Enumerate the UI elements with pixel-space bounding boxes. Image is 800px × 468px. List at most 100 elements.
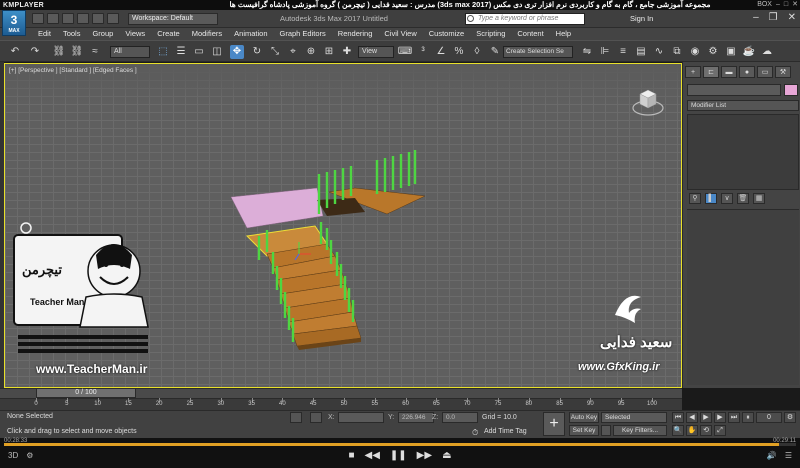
x-coord-field[interactable] <box>338 412 384 423</box>
key-filters-button[interactable]: Key Filters... <box>613 425 667 436</box>
named-selection-icon[interactable]: ✎ <box>488 45 502 59</box>
align-icon[interactable]: ⊫ <box>598 45 612 59</box>
bind-spacewarp-icon[interactable]: ≈ <box>88 45 102 59</box>
rectangular-selection-icon[interactable]: ▭ <box>192 45 206 59</box>
go-to-start-icon[interactable]: ⏮ <box>672 412 684 423</box>
hierarchy-tab-icon[interactable]: ▬ <box>721 66 737 78</box>
workspace-dropdown[interactable]: Workspace: Default <box>128 13 218 25</box>
application-button[interactable]: 3 MAX <box>2 10 26 36</box>
select-object-icon[interactable]: ⬚ <box>156 45 170 59</box>
menu-tools[interactable]: Tools <box>57 28 87 40</box>
selection-filter-dropdown[interactable]: All <box>110 46 150 58</box>
modifier-stack[interactable] <box>687 114 799 190</box>
close-icon[interactable]: ✕ <box>792 0 798 10</box>
select-and-move-icon[interactable]: ✥ <box>230 45 244 59</box>
menu-group[interactable]: Group <box>86 28 119 40</box>
minimize-icon[interactable]: – <box>776 0 780 10</box>
menu-customize[interactable]: Customize <box>423 28 470 40</box>
volume-icon[interactable]: 🔊 <box>767 451 777 460</box>
create-selection-set-dropdown[interactable]: Create Selection Se <box>503 46 573 58</box>
modify-tab-icon[interactable]: ⊏ <box>703 66 719 78</box>
select-by-name-icon[interactable]: ☰ <box>174 45 188 59</box>
playlist-icon[interactable]: ☰ <box>785 451 792 460</box>
remove-modifier-icon[interactable]: 🗑 <box>737 193 749 204</box>
render-setup-icon[interactable]: ⚙ <box>706 45 720 59</box>
stop-icon[interactable]: ■ <box>348 450 354 464</box>
z-coord-field[interactable]: 0.0 <box>442 412 478 423</box>
pin-stack-icon[interactable]: ⚲ <box>689 193 701 204</box>
viewport-label[interactable]: [+] [Perspective ] [Standard ] [Edged Fa… <box>9 67 137 74</box>
layer-explorer-icon[interactable]: ≡ <box>616 45 630 59</box>
zoom-icon[interactable]: 🔍 <box>672 425 684 436</box>
sign-in-link[interactable]: Sign In <box>630 14 653 23</box>
render-production-icon[interactable]: ☕ <box>742 45 756 59</box>
keyboard-shortcut-icon[interactable]: ⌨ <box>398 45 412 59</box>
object-name-field[interactable] <box>687 84 781 96</box>
schematic-view-icon[interactable]: ⧉ <box>670 45 684 59</box>
redo-icon[interactable]: ↷ <box>28 45 42 59</box>
display-tab-icon[interactable]: ▭ <box>757 66 773 78</box>
menu-help[interactable]: Help <box>550 28 577 40</box>
pause-icon[interactable]: ❚❚ <box>390 450 407 464</box>
menu-rendering[interactable]: Rendering <box>332 28 379 40</box>
new-file-icon[interactable] <box>32 13 44 24</box>
unlink-icon[interactable]: ⛓ <box>70 45 84 59</box>
reference-coordinate-dropdown[interactable]: View <box>358 46 394 58</box>
set-key-mode-icon[interactable]: + <box>543 412 565 436</box>
absolute-mode-icon[interactable] <box>310 412 322 423</box>
menu-edit[interactable]: Edit <box>32 28 57 40</box>
lock-selection-icon[interactable] <box>290 412 302 423</box>
forward-icon[interactable]: ▶▶ <box>417 450 432 464</box>
mirror-icon[interactable]: ⇋ <box>580 45 594 59</box>
selected-set-dropdown[interactable]: Selected <box>601 412 667 423</box>
minimize-icon[interactable]: – <box>753 12 759 23</box>
maximize-viewport-icon[interactable]: ⤢ <box>714 425 726 436</box>
3d-mode-icon[interactable]: 3D <box>8 451 18 460</box>
key-mode-toggle-icon[interactable]: ⏸ <box>742 412 754 423</box>
modifier-list-dropdown[interactable]: Modifier List <box>687 100 799 111</box>
spinner-snap-icon[interactable]: ◊ <box>470 45 484 59</box>
menu-views[interactable]: Views <box>119 28 151 40</box>
set-key-button[interactable]: Set Key <box>569 425 599 436</box>
curve-editor-icon[interactable]: ∿ <box>652 45 666 59</box>
save-file-icon[interactable] <box>62 13 74 24</box>
select-and-rotate-icon[interactable]: ↻ <box>250 45 264 59</box>
select-manipulate-icon[interactable]: ✚ <box>340 45 354 59</box>
restore-icon[interactable]: ❐ <box>769 12 778 23</box>
angle-snap-icon[interactable]: ∠ <box>434 45 448 59</box>
close-icon[interactable]: ✕ <box>788 12 796 23</box>
window-crossing-icon[interactable]: ◫ <box>210 45 224 59</box>
open-file-icon[interactable] <box>47 13 59 24</box>
time-configuration-icon[interactable]: ⚙ <box>784 412 796 423</box>
settings-icon[interactable]: ⚙ <box>26 451 33 460</box>
go-to-end-icon[interactable]: ⏭ <box>728 412 740 423</box>
menu-civil-view[interactable]: Civil View <box>378 28 422 40</box>
time-tag-icon[interactable]: ⏱ <box>472 428 478 438</box>
auto-key-button[interactable]: Auto Key <box>569 412 599 423</box>
menu-scripting[interactable]: Scripting <box>470 28 511 40</box>
add-time-tag[interactable]: Add Time Tag <box>484 428 527 435</box>
play-icon[interactable]: ▶ <box>700 412 712 423</box>
next-frame-icon[interactable]: ▶ <box>714 412 726 423</box>
viewcube-icon[interactable] <box>631 86 665 120</box>
select-and-scale-icon[interactable]: ⤡ <box>268 45 282 59</box>
menu-graph-editors[interactable]: Graph Editors <box>274 28 332 40</box>
snaps-toggle-icon[interactable]: ³ <box>416 45 430 59</box>
kmplayer-logo[interactable]: KMPLAYER <box>0 2 44 9</box>
motion-tab-icon[interactable]: ● <box>739 66 755 78</box>
key-mode-icon[interactable] <box>601 425 611 436</box>
menu-content[interactable]: Content <box>511 28 549 40</box>
pan-view-icon[interactable]: ✋ <box>686 425 698 436</box>
rendered-frame-window-icon[interactable]: ▣ <box>724 45 738 59</box>
pivot-center-icon[interactable]: ⊞ <box>322 45 336 59</box>
menu-modifiers[interactable]: Modifiers <box>186 28 228 40</box>
undo-icon[interactable]: ↶ <box>8 45 22 59</box>
rewind-icon[interactable]: ◀◀ <box>365 450 380 464</box>
select-and-place-icon[interactable]: ⌖ <box>286 45 300 59</box>
object-color-swatch[interactable] <box>784 84 798 96</box>
kmplayer-box-label[interactable]: BOX <box>757 0 772 10</box>
make-unique-icon[interactable]: ∨ <box>721 193 733 204</box>
reference-coord-icon[interactable]: ⊕ <box>304 45 318 59</box>
search-input[interactable]: Type a keyword or phrase <box>465 13 585 25</box>
y-coord-field[interactable]: 226.946 <box>398 412 434 423</box>
